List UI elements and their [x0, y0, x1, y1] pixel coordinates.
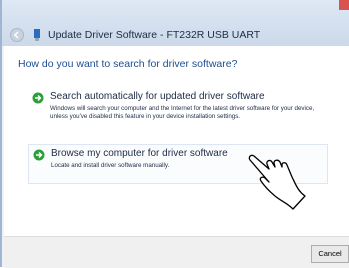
cancel-button[interactable]: Cancel: [311, 245, 349, 263]
back-arrow-icon: [13, 31, 19, 39]
option-title: Browse my computer for driver software: [51, 148, 228, 159]
title-bar: Update Driver Software - FT232R USB UART: [2, 0, 349, 46]
search-automatically-option[interactable]: Search automatically for updated driver …: [28, 88, 328, 134]
window-title: Update Driver Software - FT232R USB UART: [48, 29, 261, 41]
green-arrow-icon: [33, 149, 45, 161]
green-arrow-icon: [32, 92, 44, 104]
pointing-hand-cursor-icon: [248, 154, 306, 210]
search-question: How do you want to search for driver sof…: [18, 58, 238, 70]
option-description: Windows will search your computer and th…: [50, 105, 315, 120]
option-title: Search automatically for updated driver …: [50, 91, 265, 102]
dialog-window: Update Driver Software - FT232R USB UART…: [0, 0, 349, 268]
usb-device-icon: [34, 29, 40, 41]
back-button[interactable]: [10, 28, 24, 42]
close-button[interactable]: [339, 0, 349, 10]
dialog-footer: Cancel: [4, 236, 349, 268]
